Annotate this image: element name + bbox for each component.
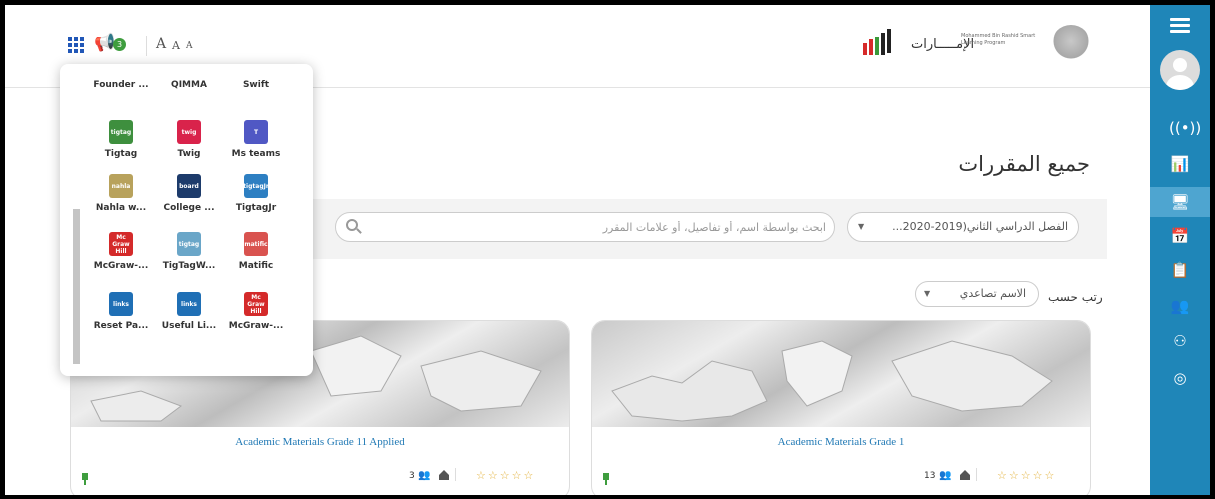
avatar[interactable] (1160, 50, 1200, 90)
app-label: College ... (163, 203, 215, 213)
hamburger-menu-icon[interactable] (1170, 18, 1190, 34)
app-label: Matific (238, 261, 274, 271)
font-size-medium-button[interactable]: A (172, 39, 180, 52)
app-tile[interactable]: T Ms teams (225, 120, 287, 170)
pin-icon[interactable] (81, 473, 89, 485)
app-tile[interactable]: Mc Graw Hill McGraw-... (90, 232, 152, 282)
program-emblem (1051, 25, 1091, 65)
course-card[interactable]: Academic Materials Grade 1 13 👥 ☆☆☆☆☆ (591, 320, 1091, 495)
app-label: TigTagW... (162, 261, 216, 271)
app-label: Swift (242, 80, 270, 90)
search-input[interactable] (366, 218, 826, 236)
app-label: Founder ... (93, 80, 149, 90)
right-sidebar: ((•)) 📊 🖥 📅 📋 👥 ⚇ ◎ (1150, 5, 1210, 495)
app-logo-icon: matific (244, 232, 268, 256)
divider (146, 36, 147, 56)
apps-grid-icon[interactable] (68, 37, 86, 53)
app-logo-icon: Mc Graw Hill (109, 232, 133, 256)
classroom-icon (958, 468, 977, 481)
classroom-icon (437, 468, 456, 481)
app-label: Nahla w... (95, 203, 147, 213)
font-size-small-button[interactable]: A (186, 41, 193, 51)
app-logo-icon: T (244, 120, 268, 144)
chevron-down-icon: ▼ (924, 289, 931, 298)
app-label: Reset Pa... (93, 321, 149, 331)
brand-program: Mohammed Bin Rashid Smart Learning Progr… (961, 33, 1036, 46)
app-label: Twig (177, 149, 201, 159)
app-logo-icon: twig (177, 120, 201, 144)
app-logo-icon: board (177, 174, 201, 198)
app-logo-icon: tigtag (177, 232, 201, 256)
semester-dropdown[interactable]: الفصل الدراسي الثاني(2019-2020... ▼ (847, 212, 1079, 242)
app-tile[interactable]: links Useful Li... (158, 292, 220, 342)
app-logo-icon: links (177, 292, 201, 316)
pin-icon[interactable] (602, 473, 610, 485)
app-label: McGraw-... (93, 261, 149, 271)
apps-dropdown: Founder ... QIMMA Swift tigtag Tigtag twig Twi… (60, 64, 313, 376)
app-label: Tigtag (104, 149, 138, 159)
courses-icon[interactable]: 🖥 (1150, 187, 1210, 217)
app-label: Useful Li... (161, 321, 217, 331)
app-tile[interactable]: links Reset Pa... (90, 292, 152, 342)
rating-stars[interactable]: ☆☆☆☆☆ (476, 469, 535, 482)
app-label: TigtagJr (235, 203, 277, 213)
reports-icon[interactable]: 📋 (1169, 259, 1191, 281)
course-title[interactable]: Academic Materials Grade 1 (592, 436, 1090, 448)
app-tile[interactable]: nahla Nahla w... (90, 174, 152, 224)
sort-label: رتب حسب (1048, 290, 1103, 304)
groups-icon[interactable]: 👥 (1169, 295, 1191, 317)
world-map-banner (592, 321, 1090, 427)
search-box[interactable] (335, 212, 835, 242)
app-logo-icon: Mc Graw Hill (244, 292, 268, 316)
app-tile[interactable]: Mc Graw Hill McGraw-... (225, 292, 287, 342)
broadcast-icon[interactable]: ((•)) (1169, 117, 1201, 139)
app-tile[interactable]: matific Matific (225, 232, 287, 282)
rating-stars[interactable]: ☆☆☆☆☆ (997, 469, 1056, 482)
font-size-large-button[interactable]: A (156, 36, 166, 52)
course-title[interactable]: Academic Materials Grade 11 Applied (71, 436, 569, 448)
app-label: Ms teams (231, 149, 281, 159)
sort-dropdown[interactable]: الاسم تصاعدي ▼ (915, 281, 1039, 307)
app-tile[interactable]: tigtagJr TigtagJr (225, 174, 287, 224)
apps-scrollbar[interactable] (73, 209, 80, 364)
app-tile[interactable]: Founder ... (90, 74, 152, 124)
app-tile[interactable]: board College ... (158, 174, 220, 224)
page-title: جميع المقررات (958, 152, 1090, 176)
semester-value: الفصل الدراسي الثاني(2019-2020... (892, 220, 1068, 233)
analytics-icon[interactable]: 📊 (1169, 153, 1191, 175)
app-tile[interactable]: tigtag TigTagW... (158, 232, 220, 282)
network-icon[interactable]: ⚇ (1169, 330, 1191, 352)
app-tile[interactable]: Swift (225, 74, 287, 124)
app-logo-icon: tigtag (109, 120, 133, 144)
app-label: McGraw-... (228, 321, 284, 331)
chevron-down-icon: ▼ (858, 222, 865, 231)
users-icon: 👥 (939, 470, 952, 481)
enrollment-count: 3 (409, 471, 415, 481)
sort-value: الاسم تصاعدي (959, 287, 1026, 300)
app-logo-icon: tigtagJr (243, 174, 269, 198)
help-icon[interactable]: ◎ (1169, 367, 1191, 389)
search-icon[interactable] (346, 219, 358, 231)
notification-badge: 3 (113, 38, 126, 51)
app-window: 📢 3 A A A الإمـــــارات Mohammed Bin Ras… (5, 5, 1210, 495)
app-tile[interactable]: tigtag Tigtag (90, 120, 152, 170)
brand-logo: الإمـــــارات Mohammed Bin Rashid Smart … (861, 25, 1093, 67)
users-icon: 👥 (418, 470, 431, 481)
app-tile[interactable]: QIMMA (158, 74, 220, 124)
app-logo-icon: nahla (109, 174, 133, 198)
app-logo-icon: links (109, 292, 133, 316)
app-label: QIMMA (171, 80, 207, 90)
calendar-icon[interactable]: 📅 (1169, 225, 1191, 247)
announcements-icon[interactable]: 📢 (94, 33, 115, 53)
app-tile[interactable]: twig Twig (158, 120, 220, 170)
enrollment-count: 13 (924, 471, 936, 481)
uae-flag-logo (863, 29, 891, 55)
